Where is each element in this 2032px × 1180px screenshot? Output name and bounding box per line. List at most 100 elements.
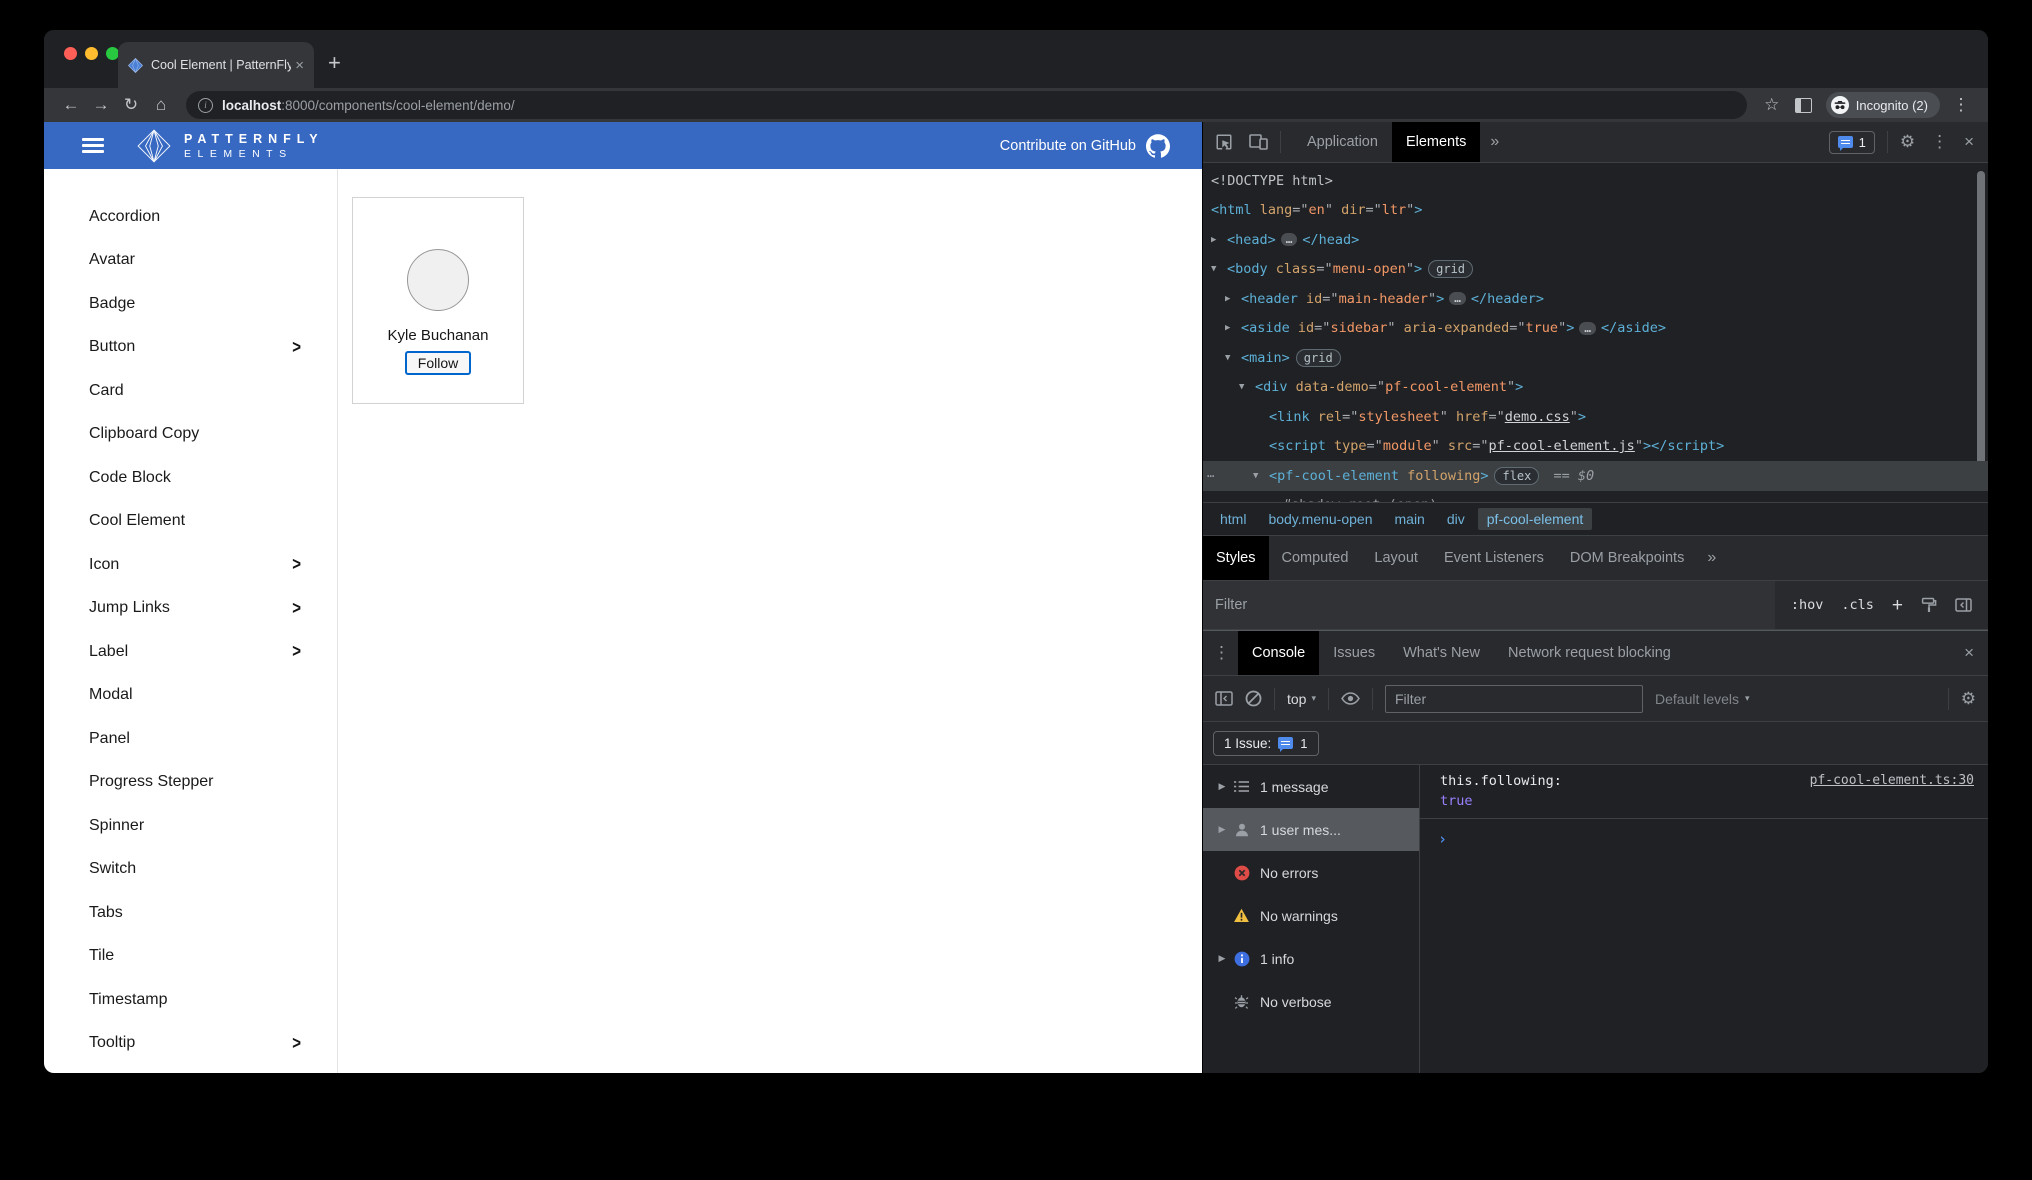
sidebar-item-avatar[interactable]: Avatar — [44, 239, 337, 283]
clear-console-icon[interactable] — [1245, 690, 1262, 707]
console-filter-input[interactable] — [1385, 684, 1643, 713]
tab-styles[interactable]: Styles — [1203, 536, 1269, 580]
dom-tree-line[interactable]: <html lang =" en " dir =" ltr " > — [1203, 196, 1988, 226]
more-panels-icon[interactable]: » — [1480, 133, 1509, 151]
ellipsis-expander-icon[interactable]: … — [1449, 292, 1466, 306]
forward-button[interactable]: → — [88, 95, 114, 115]
sidebar-item-tooltip[interactable]: Tooltip > — [44, 1022, 337, 1066]
dom-tree-line[interactable]: ⋯ ▼ <pf-cool-element following > flex == $0 — [1203, 461, 1988, 491]
console-sidebar-item-1-message[interactable]: ▶ 1 message — [1203, 765, 1419, 808]
console-message-row[interactable]: this.following: pf-cool-element.ts:30 tr… — [1420, 765, 1988, 819]
tab-event-listeners[interactable]: Event Listeners — [1431, 536, 1557, 580]
dom-tree-line[interactable]: ▶ <header id =" main-header " > … </header> — [1203, 284, 1988, 314]
bookmark-star-icon[interactable]: ☆ — [1759, 95, 1785, 115]
tab-console[interactable]: Console — [1238, 631, 1320, 675]
minimize-window-icon[interactable] — [85, 47, 98, 60]
sidebar-item-progress-stepper[interactable]: Progress Stepper — [44, 761, 337, 805]
ellipsis-expander-icon[interactable]: … — [1579, 321, 1596, 335]
sidebar-item-cool-element[interactable]: Cool Element — [44, 500, 337, 544]
layout-badge[interactable]: grid — [1428, 260, 1474, 279]
tab-issues[interactable]: Issues — [1319, 631, 1389, 675]
more-tabs-icon[interactable]: » — [1697, 549, 1726, 567]
settings-gear-icon[interactable]: ⚙ — [1900, 132, 1915, 152]
sidebar-item-label[interactable]: Label > — [44, 630, 337, 674]
follow-button[interactable]: Follow — [404, 351, 472, 375]
console-sidebar-item-no-warnings[interactable]: No warnings — [1203, 894, 1419, 937]
drawer-close-icon[interactable]: × — [1964, 643, 1974, 663]
sidebar-item-modal[interactable]: Modal — [44, 674, 337, 718]
sidebar-item-tile[interactable]: Tile — [44, 935, 337, 979]
console-source-link[interactable]: pf-cool-element.ts:30 — [1810, 773, 1974, 788]
dom-tree-line[interactable]: ▼ <div data-demo =" pf-cool-element " > — [1203, 373, 1988, 403]
sidebar-item-badge[interactable]: Badge — [44, 282, 337, 326]
sidebar-item-button[interactable]: Button > — [44, 326, 337, 370]
tree-expand-arrow-icon[interactable]: ▶ — [1267, 500, 1283, 502]
site-info-icon[interactable]: i — [198, 97, 213, 113]
layout-badge[interactable]: flex — [1494, 466, 1540, 485]
tab-network-request-blocking[interactable]: Network request blocking — [1494, 631, 1685, 675]
sidebar-item-timestamp[interactable]: Timestamp — [44, 978, 337, 1022]
tree-expand-arrow-icon[interactable]: ▼ — [1225, 353, 1241, 363]
cls-toggle[interactable]: .cls — [1841, 597, 1874, 613]
sidebar-item-switch[interactable]: Switch — [44, 848, 337, 892]
dom-tree-line[interactable]: ▶#shadow-root (open) — [1203, 491, 1988, 502]
tree-token[interactable]: demo.css — [1505, 409, 1570, 425]
devtools-close-icon[interactable]: × — [1964, 132, 1974, 152]
dom-tree-line[interactable]: ▼ <main > grid — [1203, 343, 1988, 373]
breadcrumb-item-body-menu-open[interactable]: body.menu-open — [1259, 508, 1381, 530]
new-tab-button[interactable]: + — [328, 52, 341, 74]
browser-menu-icon[interactable]: ⋮ — [1948, 95, 1974, 115]
tab-what-s-new[interactable]: What's New — [1389, 631, 1494, 675]
sidebar-item-clipboard-copy[interactable]: Clipboard Copy — [44, 413, 337, 457]
console-prompt-icon[interactable]: › — [1420, 819, 1988, 848]
console-sidebar-item-1-user-mes[interactable]: ▶ 1 user mes... — [1203, 808, 1419, 851]
console-sidebar-item-1-info[interactable]: ▶ 1 info — [1203, 937, 1419, 980]
hamburger-menu-button[interactable] — [82, 138, 104, 153]
tree-token[interactable]: pf-cool-element.js — [1489, 438, 1635, 454]
sidebar-item-accordion[interactable]: Accordion — [44, 195, 337, 239]
tree-expand-arrow-icon[interactable]: ▶ — [1211, 953, 1233, 964]
styles-filter-input[interactable] — [1203, 581, 1775, 629]
drawer-menu-icon[interactable]: ⋮ — [1213, 643, 1230, 663]
device-toolbar-icon[interactable] — [1249, 134, 1268, 150]
tree-expand-arrow-icon[interactable]: ▶ — [1211, 781, 1233, 792]
console-sidebar-item-no-verbose[interactable]: No verbose — [1203, 980, 1419, 1023]
side-panel-icon[interactable] — [1794, 97, 1812, 113]
overflow-dots-icon[interactable]: ⋯ — [1207, 469, 1214, 483]
issues-badge[interactable]: 1 — [1828, 130, 1875, 154]
dom-tree-line[interactable]: <link rel =" stylesheet " href =" demo.css " > — [1203, 402, 1988, 432]
paint-roller-icon[interactable] — [1921, 597, 1937, 613]
sidebar-item-code-block[interactable]: Code Block — [44, 456, 337, 500]
tree-expand-arrow-icon[interactable]: ▼ — [1253, 471, 1269, 481]
layout-badge[interactable]: grid — [1295, 348, 1341, 367]
hov-toggle[interactable]: :hov — [1791, 597, 1824, 613]
sidebar-item-spinner[interactable]: Spinner — [44, 804, 337, 848]
tab-dom-breakpoints[interactable]: DOM Breakpoints — [1557, 536, 1697, 580]
new-style-rule-icon[interactable]: + — [1892, 596, 1903, 615]
tree-expand-arrow-icon[interactable]: ▼ — [1211, 264, 1227, 274]
console-sidebar-toggle-icon[interactable] — [1215, 691, 1233, 706]
dom-tree-line[interactable]: <script type =" module " src =" pf-cool-eleme… — [1203, 432, 1988, 462]
console-settings-gear-icon[interactable]: ⚙ — [1961, 689, 1976, 709]
tab-elements[interactable]: Elements — [1391, 122, 1481, 162]
close-window-icon[interactable] — [64, 47, 77, 60]
incognito-badge[interactable]: Incognito (2) — [1825, 92, 1940, 118]
tree-expand-arrow-icon[interactable]: ▶ — [1225, 323, 1241, 333]
live-expression-eye-icon[interactable] — [1341, 692, 1360, 705]
breadcrumb-item-pf-cool-element[interactable]: pf-cool-element — [1477, 508, 1593, 530]
tree-expand-arrow-icon[interactable]: ▶ — [1225, 294, 1241, 304]
devtools-menu-icon[interactable]: ⋮ — [1931, 132, 1948, 152]
sidebar-item-tabs[interactable]: Tabs — [44, 891, 337, 935]
tree-expand-arrow-icon[interactable]: ▼ — [1239, 382, 1255, 392]
context-selector[interactable]: top ▾ — [1287, 691, 1316, 707]
sidebar-toggle-icon[interactable] — [1955, 598, 1972, 612]
contribute-link[interactable]: Contribute on GitHub — [1000, 133, 1170, 158]
sidebar-item-icon[interactable]: Icon > — [44, 543, 337, 587]
tab-computed[interactable]: Computed — [1269, 536, 1362, 580]
log-levels-selector[interactable]: Default levels ▾ — [1655, 691, 1750, 707]
inspect-icon[interactable] — [1215, 133, 1233, 151]
tree-expand-arrow-icon[interactable]: ▶ — [1211, 235, 1227, 245]
breadcrumb-item-html[interactable]: html — [1211, 508, 1255, 530]
dom-tree-line[interactable]: <!DOCTYPE html> — [1203, 166, 1988, 196]
dom-tree-line[interactable]: ▼ <body class =" menu-open " > grid — [1203, 255, 1988, 285]
